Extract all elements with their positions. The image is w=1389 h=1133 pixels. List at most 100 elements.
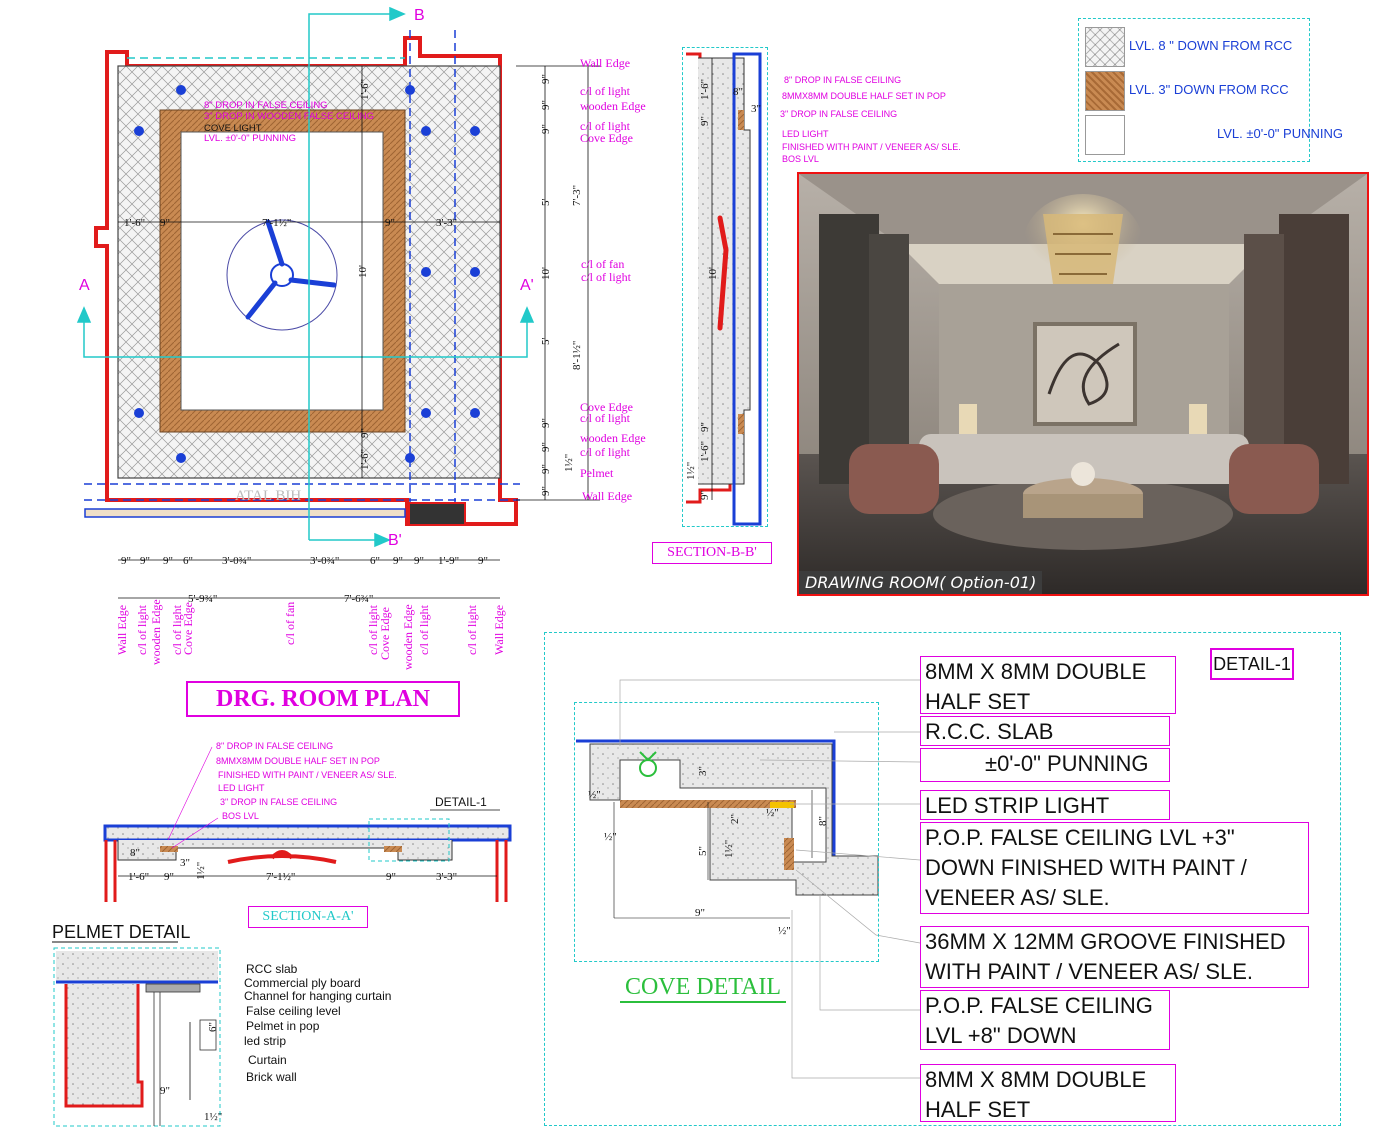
section-aa: 1'-6" 9" 1½" 7'-1½" 9" 3'-3" 8" 3" 8" DR… (103, 741, 512, 902)
dim-text: 3'-3" (436, 217, 457, 229)
callout-text: 8MM X 8MM DOUBLE (925, 1067, 1147, 1092)
light-icon (176, 85, 186, 95)
section-bb-frame (682, 47, 768, 527)
pelmet-detail: PELMET DETAIL 6" 9" 1½" RCC slab Commerc… (52, 922, 391, 1127)
dim-text: 1½" (563, 454, 575, 472)
light-icon (176, 453, 186, 463)
section-mark-a-prime: A' (520, 277, 534, 294)
label-8in-drop: 8" DROP IN FALSE CEILING (204, 100, 328, 111)
dim-text: 7'-6¾" (344, 593, 373, 605)
edge-label: c/l of light (581, 270, 632, 284)
render-illustration (799, 174, 1367, 594)
section-mark-a: A (79, 277, 90, 294)
callout-text: VENEER AS/ SLE. (925, 885, 1110, 910)
legend-row: LVL. 3" DOWN FROM RCC (1085, 71, 1311, 111)
callout-box: R.C.C. SLAB (920, 716, 1170, 746)
dim-text: 9" (540, 124, 552, 134)
dim-text: 8'-1½" (571, 341, 583, 370)
dim-text: 9" (540, 486, 552, 496)
callout-text: R.C.C. SLAB (925, 719, 1054, 744)
pelmet-label: led strip (244, 1034, 286, 1048)
dim-text: 9" (478, 555, 488, 567)
callout-text: HALF SET (925, 1097, 1031, 1122)
legend-text: LVL. 3" DOWN FROM RCC (1129, 82, 1289, 97)
section-label: BOS LVL (782, 154, 819, 164)
light-icon (470, 408, 480, 418)
callout-box: P.O.P. FALSE CEILING LVL +8" DOWN (920, 990, 1170, 1050)
dim-text: 6" (207, 1022, 219, 1032)
edge-label: c/l of fan (283, 602, 297, 645)
section-label: 8" DROP IN FALSE CEILING (216, 741, 333, 751)
dim-text: 5' (540, 338, 552, 346)
callout-box: ±0'-0" PUNNING (920, 748, 1170, 782)
plan-bottom-labels: Wall Edge c/l of light wooden Edge c/l o… (115, 599, 506, 670)
dim-text: 1'-6" (359, 449, 371, 470)
edge-label: wooden Edge (580, 431, 646, 445)
section-label: 8MMX8MM DOUBLE HALF SET IN POP (216, 756, 380, 766)
plan-curtain-rail (84, 508, 406, 518)
dim-text: 1½" (195, 862, 207, 880)
edge-label: Cove Edge (378, 607, 392, 660)
callout-text: LVL +8" DOWN (925, 1023, 1077, 1048)
dim-text: 9" (160, 1085, 170, 1097)
edge-label: Pelmet (580, 466, 614, 480)
edge-label: Wall Edge (580, 56, 630, 70)
edge-label: wooden Edge (401, 604, 415, 670)
dim-text: 9" (414, 555, 424, 567)
edge-label: Cove Edge (181, 602, 195, 655)
pelmet-label: Channel for hanging curtain (244, 989, 391, 1003)
section-label: FINISHED WITH PAINT / VENEER AS/ SLE. (218, 770, 397, 780)
section-mark-b-prime: B' (388, 532, 402, 549)
plan-right-labels: Wall Edge c/l of light wooden Edge c/l o… (580, 56, 646, 503)
room-plan: B A A' B' 8" DROP IN FALSE CEILING 3" DR… (76, 6, 646, 670)
dim-text: 10' (540, 267, 552, 280)
callout-box: P.O.P. FALSE CEILING LVL +3" DOWN FINISH… (920, 822, 1309, 914)
light-icon (134, 408, 144, 418)
dim-text: 1'-9" (438, 555, 459, 567)
callout-box: LED STRIP LIGHT (920, 790, 1170, 820)
section-label: FINISHED WITH PAINT / VENEER AS/ SLE. (782, 142, 961, 152)
dim-text: 9" (385, 217, 395, 229)
plan-right-dims: 9" 9" 9" 5' 7'-3" 10' 5' 8'-1½" 9" 9" 9"… (540, 74, 583, 496)
dim-text: 9" (540, 418, 552, 428)
callout-text: 36MM X 12MM GROOVE FINISHED (925, 929, 1286, 954)
section-label: BOS LVL (222, 811, 259, 821)
dim-text: 6" (370, 555, 380, 567)
dim-text: 9" (540, 442, 552, 452)
level-legend: LVL. 8 " DOWN FROM RCC LVL. 3" DOWN FROM… (1078, 18, 1343, 162)
light-icon (470, 126, 480, 136)
edge-label: c/l of light (465, 604, 479, 655)
dim-text: 9" (359, 428, 371, 438)
edge-label: c/l of light (135, 604, 149, 655)
dim-text: 9" (540, 464, 552, 474)
plan-bottom-dims: 9" 9" 9" 6" 3'-0¾" 3'-0¾" 6" 9" 9" 1'-9"… (121, 555, 488, 605)
cove-title: COVE DETAIL (620, 974, 786, 1003)
detail-tag: DETAIL-1 (435, 795, 487, 809)
fan-icon (227, 850, 337, 864)
legend-text: LVL. ±0'-0" PUNNING (1217, 126, 1343, 141)
dim-text: 10' (357, 265, 369, 278)
dim-text: 3" (180, 857, 190, 869)
photo-caption: DRAWING ROOM( Option-01) (799, 571, 1043, 594)
plan-pillar (408, 502, 466, 526)
edge-label: wooden Edge (149, 599, 163, 665)
dim-text: 1'-6" (124, 217, 145, 229)
light-icon (470, 267, 480, 277)
dim-text: 9" (393, 555, 403, 567)
dim-text: 9" (540, 74, 552, 84)
pelmet-label: False ceiling level (246, 1004, 341, 1018)
dim-text: 9" (163, 555, 173, 567)
dim-text: 9" (540, 100, 552, 110)
dim-text: 9" (160, 217, 170, 229)
callout-box: 36MM X 12MM GROOVE FINISHED WITH PAINT /… (920, 926, 1309, 988)
dim-text: 8" (130, 847, 140, 859)
edge-label: Wall Edge (492, 605, 506, 655)
pelmet-label: Curtain (248, 1053, 287, 1067)
cove-section-frame (574, 702, 879, 962)
crosshatch-swatch (1085, 27, 1125, 67)
section-aa-title: SECTION-A-A' (248, 906, 368, 928)
dim-text: 6" (183, 555, 193, 567)
dim-text: 9" (164, 871, 174, 883)
dim-text: 5' (540, 199, 552, 207)
edge-label: wooden Edge (580, 99, 646, 113)
